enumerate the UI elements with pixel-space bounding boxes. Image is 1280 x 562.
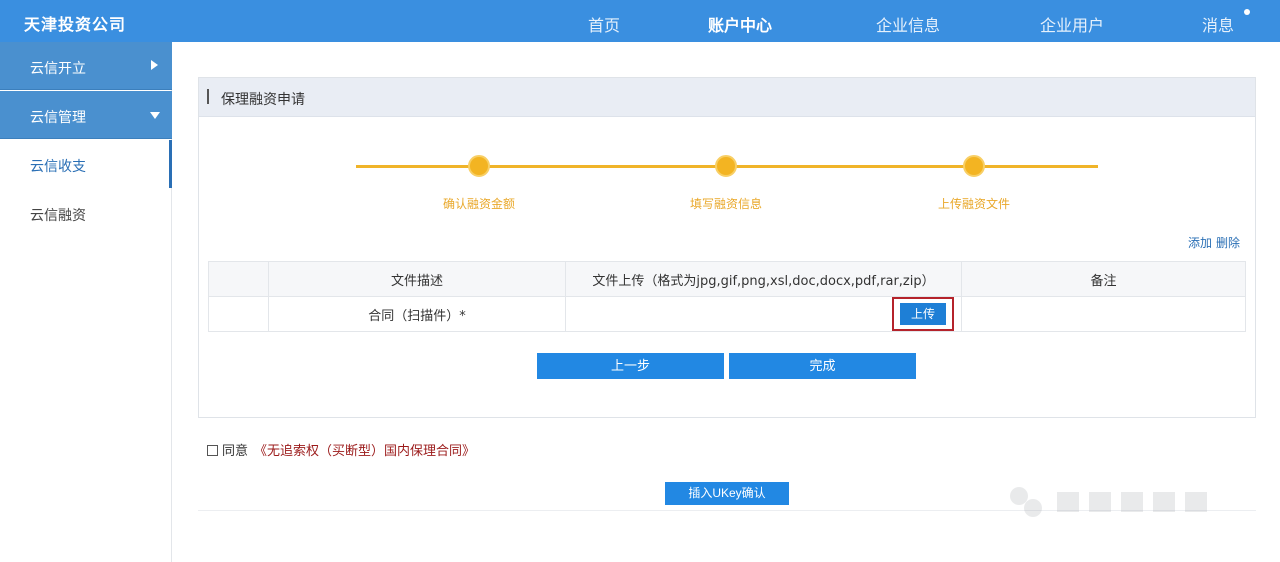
agree-label: 同意	[222, 444, 249, 459]
sidebar-item-manage[interactable]: 云信管理	[0, 91, 172, 139]
column-header-index	[208, 261, 269, 297]
complete-button[interactable]: 完成	[729, 353, 916, 379]
panel-title: 保理融资申请	[221, 92, 305, 108]
step-dot-3	[963, 155, 985, 177]
sidebar: 云信开立 云信管理 云信收支 云信融资	[0, 42, 172, 562]
nav-messages[interactable]: 消息	[1202, 12, 1234, 36]
title-marker	[207, 89, 209, 104]
sidebar-item-finance[interactable]: 云信融资	[0, 189, 172, 237]
table-actions: 添加 删除	[1184, 234, 1240, 251]
column-header-upload: 文件上传（格式为jpg,gif,png,xsl,doc,docx,pdf,rar…	[565, 261, 962, 297]
table-row: 合同（扫描件）* 上传	[208, 296, 1246, 332]
cell-index	[208, 296, 269, 332]
cell-note	[961, 296, 1246, 332]
nav-account-center[interactable]: 账户中心	[708, 12, 772, 36]
upload-button[interactable]: 上传	[900, 303, 946, 325]
upload-highlight-frame: 上传	[892, 297, 954, 331]
agreement-row: 同意 《无追索权（买断型）国内保理合同》	[207, 440, 475, 459]
company-brand: 天津投资公司	[24, 15, 127, 34]
chevron-down-icon	[150, 112, 160, 119]
step-label-1: 确认融资金额	[442, 197, 515, 211]
step-label-3: 上传融资文件	[937, 197, 1010, 211]
step-label-2: 填写融资信息	[689, 197, 762, 211]
sidebar-item-receive[interactable]: 云信收支	[0, 140, 172, 188]
add-link[interactable]: 添加	[1188, 236, 1212, 250]
table-header-row: 文件描述 文件上传（格式为jpg,gif,png,xsl,doc,docx,pd…	[208, 261, 1246, 297]
nav-company-info[interactable]: 企业信息	[876, 12, 940, 36]
cell-upload: 上传	[565, 296, 962, 332]
contract-link[interactable]: 《无追索权（买断型）国内保理合同》	[254, 444, 475, 459]
top-navigation-bar: 天津投资公司 首页 账户中心 企业信息 企业用户 消息	[0, 0, 1280, 42]
panel-header: 保理融资申请	[199, 78, 1255, 117]
sidebar-item-open[interactable]: 云信开立	[0, 42, 172, 90]
cell-description: 合同（扫描件）*	[268, 296, 566, 332]
step-dot-2	[715, 155, 737, 177]
watermark-icon	[1010, 487, 1207, 517]
nav-company-users[interactable]: 企业用户	[1040, 12, 1104, 36]
sidebar-item-label: 云信管理	[30, 110, 86, 126]
progress-steps: 确认融资金额 填写融资信息 上传融资文件	[356, 153, 1098, 213]
nav-home[interactable]: 首页	[588, 12, 620, 36]
previous-step-button[interactable]: 上一步	[537, 353, 724, 379]
ukey-confirm-button[interactable]: 插入UKey确认	[665, 482, 789, 505]
column-header-note: 备注	[961, 261, 1246, 297]
delete-link[interactable]: 删除	[1216, 236, 1240, 250]
message-notification-dot	[1244, 9, 1250, 15]
application-panel: 保理融资申请	[198, 77, 1256, 418]
chevron-right-icon	[151, 60, 158, 70]
file-upload-table: 文件描述 文件上传（格式为jpg,gif,png,xsl,doc,docx,pd…	[208, 261, 1246, 332]
agree-checkbox[interactable]	[207, 445, 218, 456]
column-header-description: 文件描述	[268, 261, 566, 297]
sidebar-item-label: 云信开立	[30, 61, 86, 77]
step-dot-1	[468, 155, 490, 177]
